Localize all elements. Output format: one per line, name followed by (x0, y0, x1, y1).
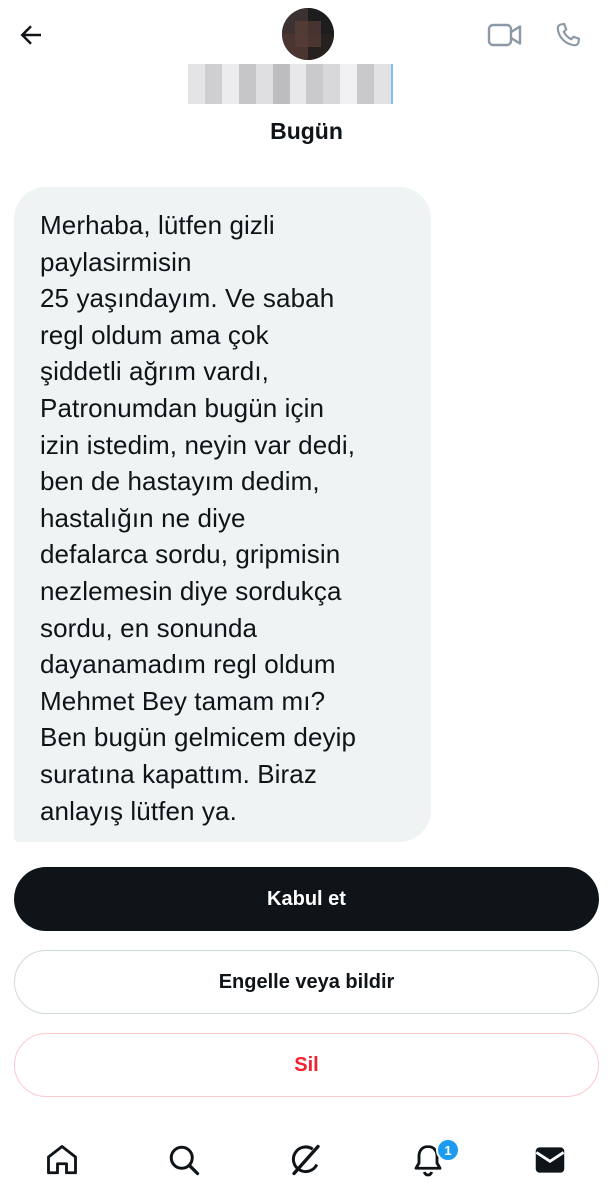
tab-home[interactable] (37, 1135, 87, 1185)
mail-icon (535, 1147, 565, 1173)
grok-icon (291, 1144, 320, 1176)
message-text: Merhaba, lütfen gizli paylasirmisin 25 y… (40, 210, 357, 826)
search-icon (169, 1145, 200, 1176)
blurred-username (188, 64, 410, 104)
phone-icon (556, 22, 581, 47)
arrow-left-icon (20, 25, 41, 45)
notifications-badge: 1 (436, 1138, 460, 1162)
video-call-button[interactable] (486, 18, 524, 52)
block-or-report-button[interactable]: Engelle veya bildir (14, 950, 599, 1014)
day-separator: Bugün (270, 118, 343, 144)
bottom-tab-bar (0, 1125, 613, 1200)
avatar[interactable] (282, 8, 334, 60)
tab-grok[interactable] (281, 1135, 331, 1185)
home-icon (47, 1145, 77, 1175)
tab-search[interactable] (159, 1135, 209, 1185)
conversation-header: Bugün (0, 0, 613, 170)
tab-messages[interactable] (525, 1135, 575, 1185)
back-button[interactable] (14, 18, 48, 52)
video-camera-icon (487, 23, 522, 47)
voice-call-button[interactable] (550, 18, 586, 52)
delete-button[interactable]: Sil (14, 1033, 599, 1097)
message-bubble[interactable]: Merhaba, lütfen gizli paylasirmisin 25 y… (14, 187, 431, 842)
accept-button[interactable]: Kabul et (14, 867, 599, 931)
